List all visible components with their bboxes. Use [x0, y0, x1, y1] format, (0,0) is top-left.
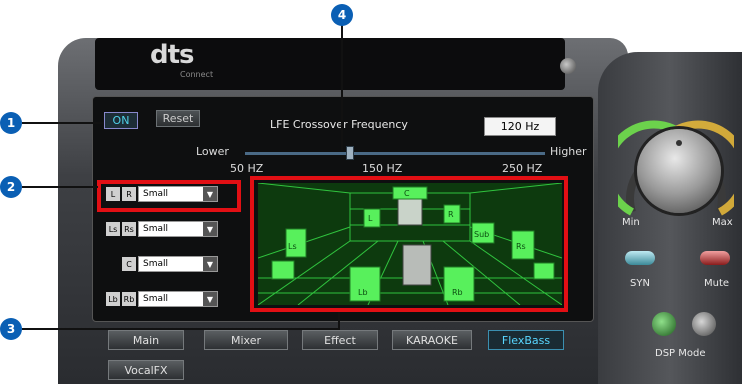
- dsp-mode-label: DSP Mode: [655, 348, 706, 359]
- dropdown-arrow-icon: ▼: [203, 222, 217, 236]
- tick-150hz: 150 HZ: [362, 162, 403, 175]
- callout-line-3: [22, 328, 338, 330]
- on-button[interactable]: ON: [104, 112, 138, 129]
- speaker-size-select-back[interactable]: Small ▼: [138, 291, 218, 307]
- speaker-tag-ls: Ls: [106, 222, 120, 236]
- logo-subtitle: Connect: [180, 70, 214, 79]
- syn-toggle[interactable]: [625, 251, 655, 265]
- highlight-speaker-front: [97, 180, 241, 212]
- callout-line-1: [22, 122, 104, 124]
- lfe-slider-track[interactable]: [245, 152, 545, 155]
- mute-toggle[interactable]: [700, 251, 730, 265]
- speaker-row-back: Lb Rb Small ▼: [106, 291, 218, 307]
- dts-logo: dts: [150, 40, 195, 70]
- reset-button[interactable]: Reset: [156, 110, 200, 127]
- speaker-tag-lb: Lb: [106, 292, 120, 306]
- tick-250hz: 250 HZ: [502, 162, 543, 175]
- app-stage: dts Connect ON Reset LFE Crossover Frequ…: [0, 0, 742, 384]
- tab-effect[interactable]: Effect: [302, 330, 378, 350]
- knob-indicator-icon: [676, 140, 682, 146]
- lfe-crossover-label: LFE Crossover Frequency: [270, 118, 408, 131]
- callout-4: 4: [331, 4, 353, 26]
- speaker-size-value: Small: [143, 259, 168, 269]
- callout-line-3b: [338, 312, 340, 330]
- callout-line-4: [341, 24, 343, 150]
- speaker-size-select-center[interactable]: Small ▼: [138, 256, 218, 272]
- speaker-size-select-surround[interactable]: Small ▼: [138, 221, 218, 237]
- callout-3: 3: [0, 318, 22, 340]
- tab-karaoke[interactable]: KARAOKE: [392, 330, 472, 350]
- lower-label: Lower: [196, 145, 229, 158]
- tab-flexbass[interactable]: FlexBass: [488, 330, 564, 350]
- header-button[interactable]: [560, 58, 576, 74]
- highlight-room-view: [250, 176, 568, 312]
- syn-label: SYN: [630, 278, 650, 289]
- callout-2: 2: [0, 176, 22, 198]
- tab-mixer[interactable]: Mixer: [204, 330, 288, 350]
- tab-vocalfx[interactable]: VocalFX: [108, 360, 184, 380]
- callout-1: 1: [0, 112, 22, 134]
- speaker-row-center: C Small ▼: [122, 256, 218, 272]
- min-label: Min: [622, 217, 640, 228]
- speaker-tag-rs: Rs: [122, 222, 136, 236]
- mute-label: Mute: [704, 278, 730, 289]
- dropdown-arrow-icon: ▼: [203, 292, 217, 306]
- lfe-frequency-value: 120 Hz: [484, 117, 556, 136]
- speaker-tag-c: C: [122, 257, 136, 271]
- tick-50hz: 50 HZ: [230, 162, 264, 175]
- callout-line-2: [22, 186, 98, 188]
- speaker-size-value: Small: [143, 294, 168, 304]
- speaker-tag-rb: Rb: [122, 292, 136, 306]
- tab-main[interactable]: Main: [108, 330, 184, 350]
- dsp-mode-button-2[interactable]: [692, 312, 716, 336]
- dsp-mode-button-1[interactable]: [652, 312, 676, 336]
- higher-label: Higher: [550, 145, 587, 158]
- dropdown-arrow-icon: ▼: [203, 257, 217, 271]
- max-label: Max: [712, 217, 733, 228]
- lfe-slider-handle[interactable]: [346, 146, 354, 160]
- speaker-row-surround: Ls Rs Small ▼: [106, 221, 218, 237]
- speaker-size-value: Small: [143, 224, 168, 234]
